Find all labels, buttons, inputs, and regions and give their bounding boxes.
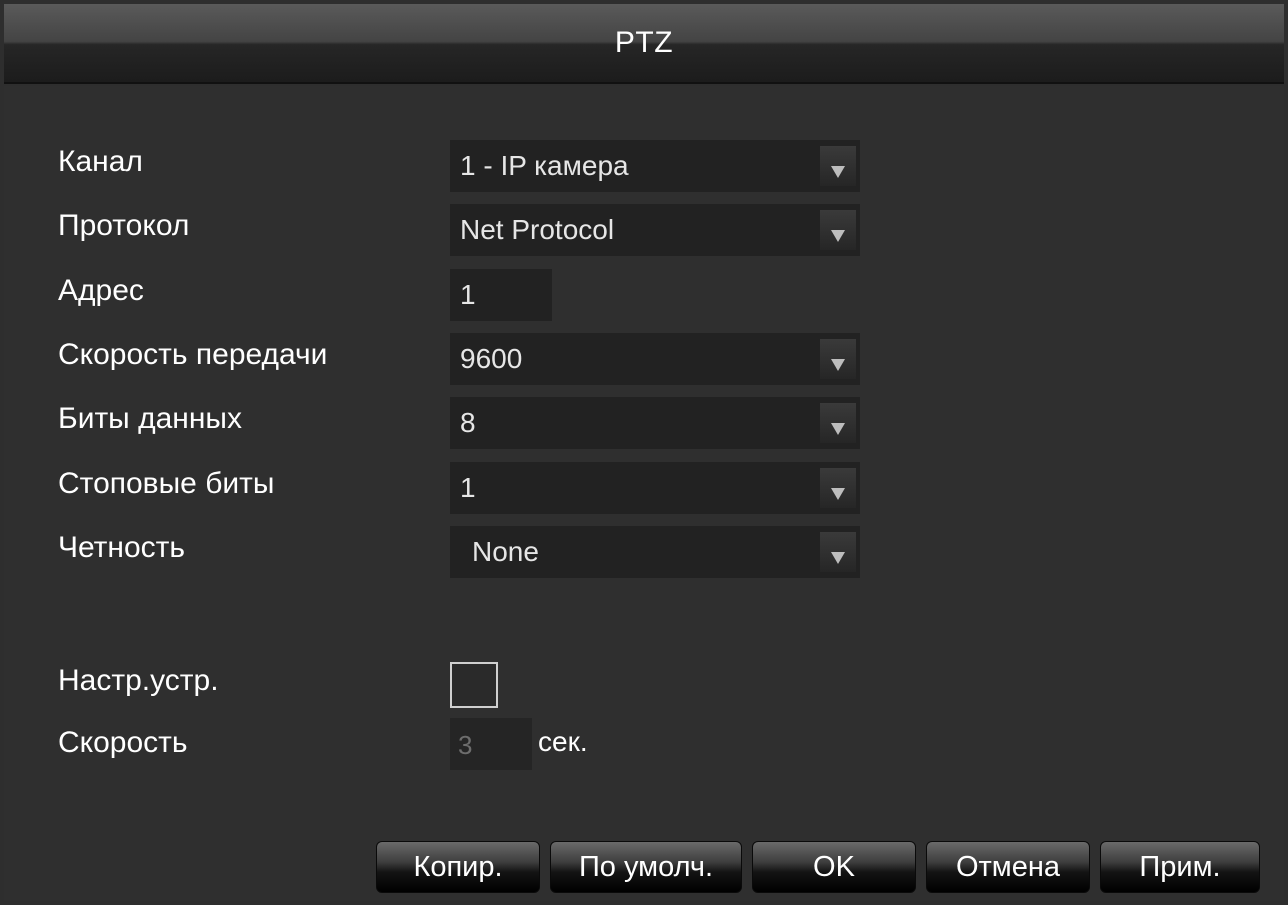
chevron-down-icon[interactable] bbox=[820, 532, 856, 572]
address-input[interactable]: 1 bbox=[450, 269, 552, 321]
ok-button[interactable]: OK bbox=[752, 841, 916, 893]
parity-select[interactable]: None bbox=[450, 526, 860, 578]
protocol-select[interactable]: Net Protocol bbox=[450, 204, 860, 256]
baud-rate-select-value: 9600 bbox=[460, 343, 523, 374]
speed-input[interactable]: 3 bbox=[450, 718, 532, 770]
chevron-down-icon[interactable] bbox=[820, 468, 856, 508]
title-bar: PTZ bbox=[4, 4, 1284, 84]
speed-unit: сек. bbox=[538, 726, 588, 757]
default-button[interactable]: По умолч. bbox=[550, 841, 742, 893]
channel-label: Канал bbox=[58, 145, 143, 178]
parity-select-value: None bbox=[472, 536, 539, 567]
stop-bits-label: Стоповые биты bbox=[58, 467, 275, 500]
address-label: Адрес bbox=[58, 274, 144, 307]
cancel-button[interactable]: Отмена bbox=[926, 841, 1090, 893]
chevron-down-icon[interactable] bbox=[820, 339, 856, 379]
parity-label: Четность bbox=[58, 531, 186, 564]
protocol-label: Протокол bbox=[58, 209, 190, 242]
stop-bits-select[interactable]: 1 bbox=[450, 462, 860, 514]
address-input-value: 1 bbox=[460, 279, 476, 310]
channel-select-value: 1 - IP камера bbox=[460, 150, 629, 181]
data-bits-select[interactable]: 8 bbox=[450, 397, 860, 449]
data-bits-label: Биты данных bbox=[58, 402, 242, 435]
baud-rate-select[interactable]: 9600 bbox=[450, 333, 860, 385]
data-bits-select-value: 8 bbox=[460, 407, 476, 438]
ptz-dialog: PTZ Канал 1 - IP камера Протокол Net Pro… bbox=[0, 0, 1288, 905]
dialog-title: PTZ bbox=[614, 26, 674, 59]
baud-rate-label: Скорость передачи bbox=[58, 338, 328, 371]
chevron-down-icon[interactable] bbox=[820, 210, 856, 250]
protocol-select-value: Net Protocol bbox=[460, 214, 615, 245]
chevron-down-icon[interactable] bbox=[820, 146, 856, 186]
device-setup-checkbox[interactable] bbox=[450, 662, 498, 708]
device-setup-label: Настр.устр. bbox=[58, 664, 219, 697]
speed-label: Скорость bbox=[58, 726, 188, 759]
speed-input-value: 3 bbox=[458, 730, 473, 760]
apply-button[interactable]: Прим. bbox=[1100, 841, 1260, 893]
channel-select[interactable]: 1 - IP камера bbox=[450, 140, 860, 192]
chevron-down-icon[interactable] bbox=[820, 403, 856, 443]
stop-bits-select-value: 1 bbox=[460, 472, 476, 503]
copy-button[interactable]: Копир. bbox=[376, 841, 540, 893]
